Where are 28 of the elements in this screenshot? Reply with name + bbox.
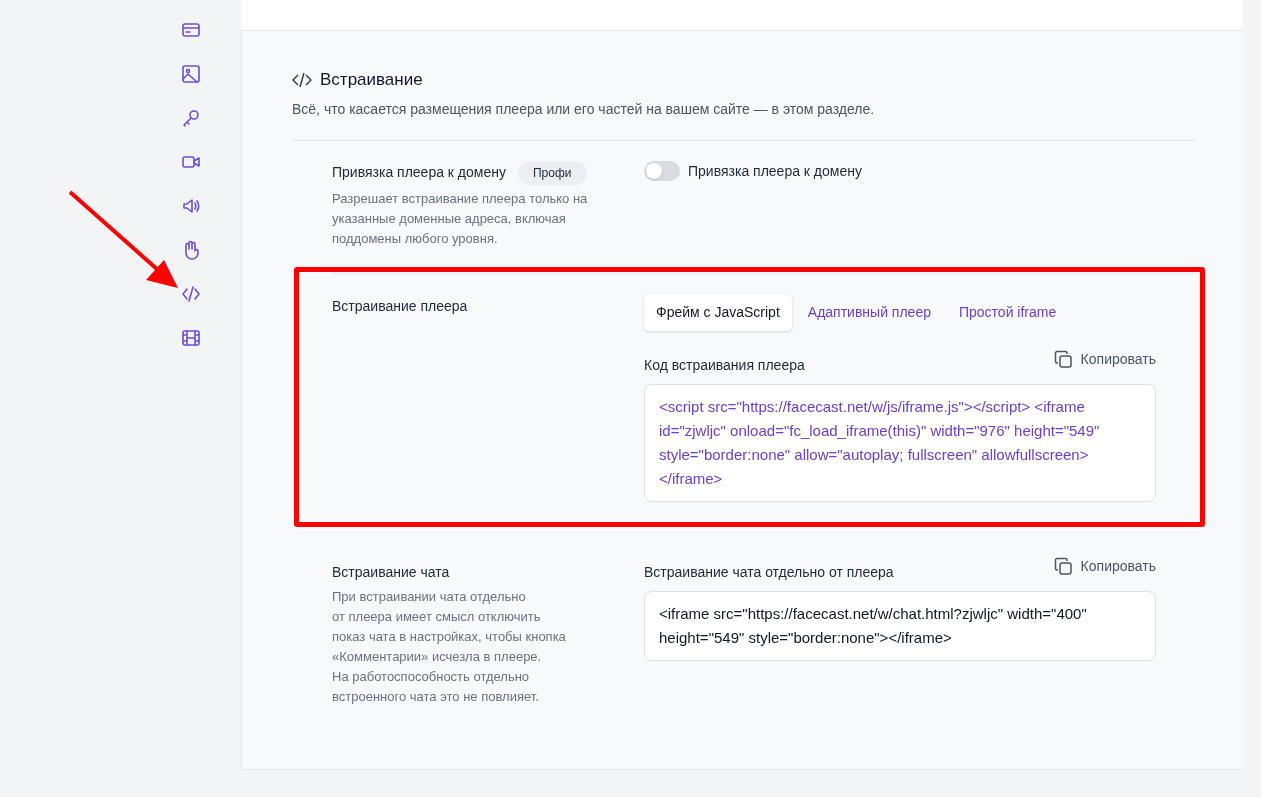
setting-description: Разрешает встраивание плеера только на указанные доменные адреса, включая поддомены любого уровня. xyxy=(332,189,589,248)
field-label: Код встраивания плеера xyxy=(644,355,805,375)
section-title: Встраивание xyxy=(320,69,423,91)
copy-icon xyxy=(1053,349,1073,369)
copy-button[interactable]: Копировать xyxy=(1053,555,1156,577)
code-field[interactable]: <iframe src="https://facecast.net/w/chat.html?zjwljc" width="400" height="549" style="border:none"></iframe> xyxy=(644,590,1156,661)
toggle-label: Привязка плеера к домену xyxy=(688,161,862,181)
card-icon[interactable] xyxy=(181,20,201,40)
code-icon[interactable] xyxy=(181,284,201,304)
field-label: Встраивание чата отдельно от плеера xyxy=(644,562,894,582)
setting-description: При встраивании чата отдельно от плеера имеет смысл отключить показ чата в настройках, чтобы кнопка «Комментарии» исчезла в плеере. На работоспособность отдельно встроенного чата это не повлияет. xyxy=(332,587,567,706)
tab[interactable]: Фрейм с JavaScript xyxy=(644,293,792,331)
plan-badge: Профи xyxy=(517,160,587,185)
key-icon[interactable] xyxy=(181,108,201,128)
speaker-icon[interactable] xyxy=(181,196,201,216)
setting-label: Встраивание чата xyxy=(332,562,450,582)
code-icon xyxy=(292,71,312,88)
tab[interactable]: Простой iframe xyxy=(946,293,1069,331)
film-icon[interactable] xyxy=(181,328,201,348)
setting-label: Встраивание плеера xyxy=(332,296,468,316)
copy-button[interactable]: Копировать xyxy=(1053,348,1156,370)
toggle-switch[interactable] xyxy=(644,161,680,181)
image-icon[interactable] xyxy=(181,64,201,84)
code-field[interactable]: <script src="https://facecast.net/w/js/iframe.js"></script> <iframe id="zjwljc" onload="fc_load_iframe(this)" width="976" height="549" style="border:none" allow="autoplay; fullscreen" allowfullscreen></iframe> xyxy=(644,383,1156,502)
copy-icon xyxy=(1053,556,1073,576)
section-subtitle: Всё, что касается размещения плеера или его частей на вашем сайте — в этом разделе. xyxy=(292,99,876,119)
tab[interactable]: Адаптивный плеер xyxy=(795,293,943,331)
setting-label: Привязка плеера к домену xyxy=(332,163,506,182)
